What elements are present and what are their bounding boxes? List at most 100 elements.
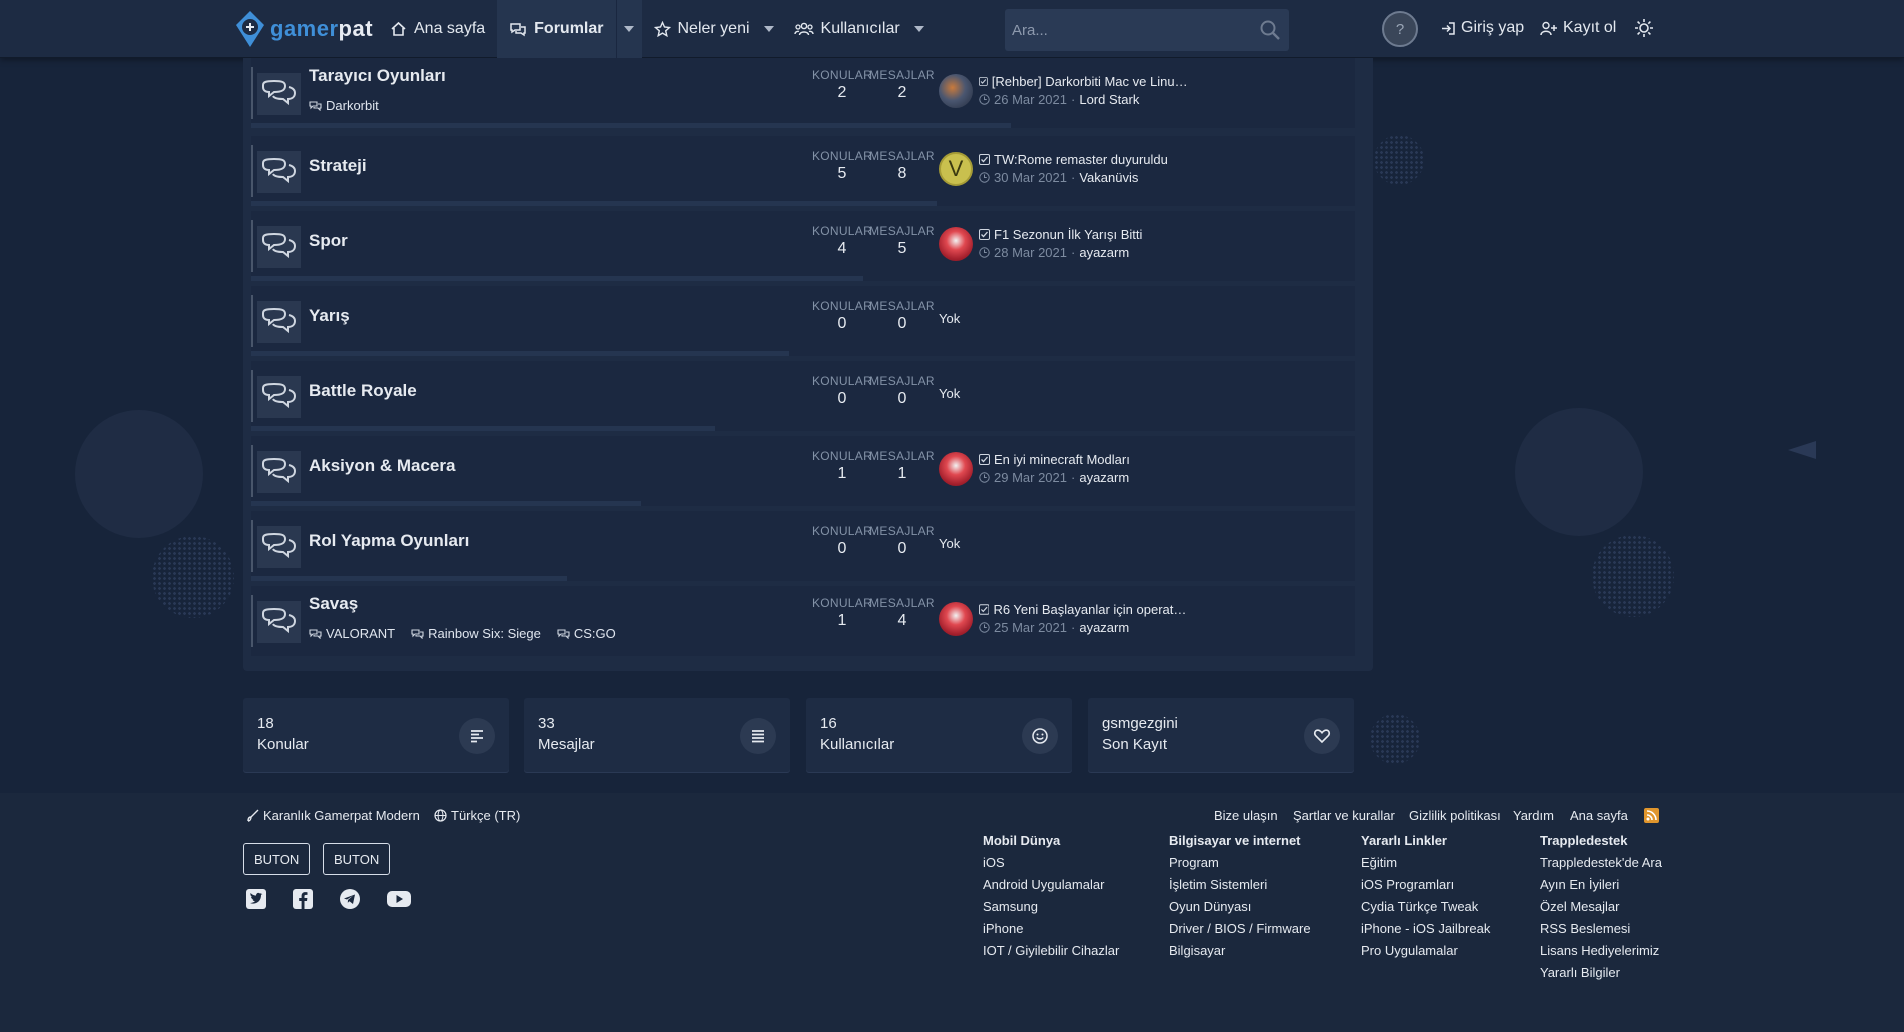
forum-node[interactable]: Aksiyon & Macera KONULAR 1 MESAJLAR 1 En… — [251, 436, 1355, 506]
footer-column-link[interactable]: Pro Uygulamalar — [1361, 943, 1490, 958]
facebook-icon[interactable] — [292, 888, 314, 910]
forum-node[interactable]: Yarış KONULAR 0 MESAJLAR 0 Yok — [251, 286, 1355, 356]
avatar[interactable] — [939, 602, 973, 636]
footer-column-link[interactable]: Android Uygulamalar — [983, 877, 1119, 892]
footer-column-link[interactable]: Oyun Dünyası — [1169, 899, 1311, 914]
footer-column-link[interactable]: Trappledestek'de Ara — [1540, 855, 1662, 870]
last-post-title-link[interactable]: R6 Yeni Başlayanlar için operatörler — [979, 602, 1189, 617]
forum-title[interactable]: Yarış — [309, 306, 350, 326]
forum-node[interactable]: Rol Yapma Oyunları KONULAR 0 MESAJLAR 0 … — [251, 511, 1355, 581]
last-post-user[interactable]: ayazarm — [1079, 620, 1129, 635]
youtube-icon[interactable] — [386, 888, 412, 910]
footer-column-link[interactable]: Eğitim — [1361, 855, 1490, 870]
stat-card-value[interactable]: gsmgezgini — [1102, 715, 1178, 732]
footer-column-link[interactable]: Yararlı Bilgiler — [1540, 965, 1662, 980]
footer-column-link[interactable]: IOT / Giyilebilir Cihazlar — [983, 943, 1119, 958]
forum-title[interactable]: Savaş — [309, 594, 358, 614]
site-logo[interactable]: gamerpat — [234, 9, 373, 49]
footer-column-link[interactable]: Bilgisayar — [1169, 943, 1311, 958]
message-count-label: MESAJLAR — [869, 596, 935, 610]
search-icon[interactable] — [1259, 19, 1281, 41]
nav-forums-dropdown[interactable] — [615, 0, 642, 58]
footer-column-link[interactable]: Lisans Hediyelerimiz — [1540, 943, 1662, 958]
last-post-title-link[interactable]: En iyi minecraft Modları — [979, 452, 1189, 467]
avatar[interactable]: V — [939, 152, 973, 186]
nav-home[interactable]: Ana sayfa — [378, 0, 497, 58]
nav-whats-new[interactable]: Neler yeni — [642, 0, 756, 58]
avatar[interactable] — [939, 227, 973, 261]
search-input[interactable] — [1005, 9, 1245, 51]
help-label: ? — [1395, 20, 1405, 38]
avatar[interactable] — [939, 452, 973, 486]
footer-column-link[interactable]: Özel Mesajlar — [1540, 899, 1662, 914]
login-link[interactable]: Giriş yap — [1440, 19, 1524, 37]
style-chooser[interactable]: Karanlık Gamerpat Modern — [246, 808, 420, 823]
sign-in-icon — [1442, 21, 1455, 35]
footer-column-link[interactable]: İşletim Sistemleri — [1169, 877, 1311, 892]
nav-members[interactable]: Kullanıcılar — [782, 0, 906, 58]
footer-column-link[interactable]: iOS Programları — [1361, 877, 1490, 892]
forum-node[interactable]: Savaş VALORANT Rainbow Six: Siege CS:GO KO… — [251, 586, 1355, 656]
forum-chat-icon — [262, 457, 297, 484]
avatar[interactable] — [939, 74, 973, 108]
rss-link[interactable] — [1644, 808, 1659, 823]
forum-title[interactable]: Rol Yapma Oyunları — [309, 531, 469, 551]
forum-title[interactable]: Aksiyon & Macera — [309, 456, 455, 476]
telegram-icon[interactable] — [339, 888, 361, 910]
forum-node[interactable]: Strateji KONULAR 5 MESAJLAR 8 V TW:Rome … — [251, 136, 1355, 206]
footer-column-link[interactable]: Driver / BIOS / Firmware — [1169, 921, 1311, 936]
last-post-user[interactable]: Vakanüvis — [1079, 170, 1138, 185]
subforum-link[interactable]: VALORANT — [309, 626, 395, 641]
node-accent-bar — [251, 145, 253, 197]
subforum-list: Darkorbit — [309, 98, 379, 113]
forum-node[interactable]: Tarayıcı Oyunları Darkorbit KONULAR 2 ME… — [251, 58, 1355, 128]
nav-whats-new-dropdown[interactable] — [756, 0, 782, 58]
nav-members-dropdown[interactable] — [906, 0, 932, 58]
message-count-value: 4 — [897, 612, 907, 629]
footer-column-link[interactable]: Samsung — [983, 899, 1119, 914]
forum-title[interactable]: Strateji — [309, 156, 367, 176]
last-post-title-link[interactable]: F1 Sezonun İlk Yarışı Bitti — [979, 227, 1189, 242]
footer-column-link[interactable]: iPhone - iOS Jailbreak — [1361, 921, 1490, 936]
message-count-label: MESAJLAR — [869, 224, 935, 238]
footer-link[interactable]: Yardım — [1513, 808, 1554, 823]
forum-node[interactable]: Battle Royale KONULAR 0 MESAJLAR 0 Yok — [251, 361, 1355, 431]
node-progress-line — [251, 201, 937, 206]
footer-column-link[interactable]: RSS Beslemesi — [1540, 921, 1662, 936]
footer-link[interactable]: Şartlar ve kurallar — [1293, 808, 1395, 823]
footer-column-link[interactable]: Ayın En İyileri — [1540, 877, 1662, 892]
footer-button-1[interactable]: BUTON — [243, 843, 311, 875]
language-chooser[interactable]: Türkçe (TR) — [434, 808, 520, 823]
footer-column-link[interactable]: Program — [1169, 855, 1311, 870]
forum-title[interactable]: Spor — [309, 231, 348, 251]
footer-link[interactable]: Bize ulaşın — [1214, 808, 1278, 823]
footer-column-link[interactable]: Cydia Türkçe Tweak — [1361, 899, 1490, 914]
forum-title[interactable]: Battle Royale — [309, 381, 417, 401]
footer-column-link[interactable]: iPhone — [983, 921, 1119, 936]
message-count-value: 0 — [897, 315, 907, 332]
last-post-user[interactable]: Lord Stark — [1079, 92, 1139, 107]
last-post-user[interactable]: ayazarm — [1079, 245, 1129, 260]
last-post-title-link[interactable]: [Rehber] Darkorbiti Mac ve Linux'a Kurma… — [979, 74, 1189, 89]
footer-column: Bilgisayar ve internet Program İşletim Sis… — [1169, 833, 1311, 965]
register-link[interactable]: Kayıt ol — [1540, 19, 1616, 37]
twitter-icon[interactable] — [245, 888, 267, 910]
nav-forums[interactable]: Forumlar — [497, 0, 616, 58]
footer-link[interactable]: Gizlilik politikası — [1409, 808, 1501, 823]
footer-button-2[interactable]: BUTON — [323, 843, 391, 875]
subforum-link[interactable]: Rainbow Six: Siege — [411, 626, 541, 641]
subforum-link[interactable]: CS:GO — [557, 626, 616, 641]
footer-link[interactable]: Ana sayfa — [1570, 808, 1628, 823]
last-post-user[interactable]: ayazarm — [1079, 470, 1129, 485]
chevron-down-icon — [913, 26, 924, 32]
forum-title[interactable]: Tarayıcı Oyunları — [309, 66, 446, 86]
subforum-link[interactable]: Darkorbit — [309, 98, 379, 113]
theme-toggle-icon[interactable] — [1634, 18, 1654, 38]
last-post-title-link[interactable]: TW:Rome remaster duyuruldu — [979, 152, 1189, 167]
footer-column-link[interactable]: iOS — [983, 855, 1119, 870]
message-count-value: 1 — [897, 465, 907, 482]
clock-icon — [979, 247, 990, 258]
forum-node[interactable]: Spor KONULAR 4 MESAJLAR 5 F1 Sezonun İlk… — [251, 211, 1355, 281]
top-navigation-bar: gamerpat Ana sayfa Forumlar Neler yeni K… — [0, 0, 1904, 58]
help-button[interactable]: ? — [1382, 11, 1418, 47]
